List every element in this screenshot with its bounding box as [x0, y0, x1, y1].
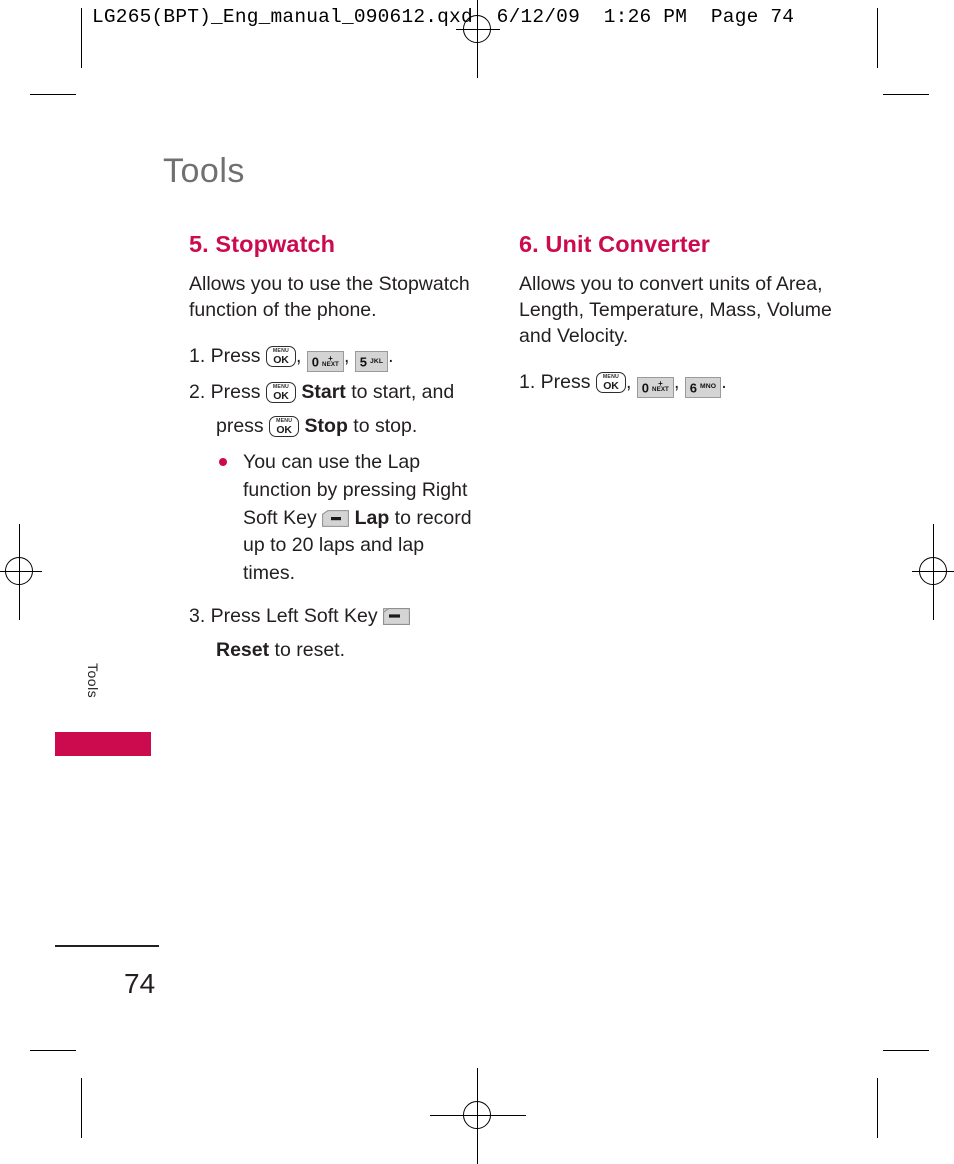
stopwatch-step-3-continued: Reset to reset. [189, 636, 489, 664]
six-key-digit: 6 [689, 379, 698, 395]
zero-key-next-text: NEXT [652, 386, 669, 394]
crop-mark-top-left [30, 94, 76, 95]
bullet-dot-icon [219, 458, 227, 467]
start-label: Start [301, 380, 346, 403]
trim-line-right [877, 8, 878, 68]
stopwatch-step-3: 3. Press Left Soft Key [189, 602, 489, 630]
uc-step-1-separator-2: , [673, 370, 680, 393]
menu-ok-key-bottom: OK [603, 380, 619, 393]
step-1-separator-1: , [295, 344, 302, 367]
zero-next-key-icon: 0 + NEXT [306, 350, 344, 372]
five-jkl-key-icon: 5 JKL [354, 350, 389, 372]
page-number: 74 [124, 968, 156, 999]
menu-ok-key-bottom: OK [276, 424, 292, 437]
stopwatch-intro-text: Allows you to use the Stopwatch function… [189, 272, 470, 321]
registration-mark-left [0, 524, 42, 620]
reset-label: Reset [216, 638, 270, 661]
five-key-jkl-text: JKL [370, 357, 384, 365]
right-column: 6. Unit Converter Allows you to convert … [519, 231, 839, 404]
right-soft-key-icon [322, 509, 350, 527]
side-tab-bar [55, 732, 151, 756]
section-heading-stopwatch: 5. Stopwatch [189, 231, 336, 257]
press-word: press [216, 414, 264, 437]
menu-ok-key-icon: MENU OK [595, 371, 626, 393]
stopwatch-step-2: 2. Press MENU OK Start to start, and [189, 378, 489, 406]
left-soft-key-icon [383, 607, 411, 625]
unit-converter-intro-text: Allows you to convert units of Area, Len… [519, 272, 832, 347]
uc-step-1-separator-1: , [625, 370, 632, 393]
stopwatch-step-1: 1. Press MENU OK , 0 + NEXT , 5 JKL . [189, 342, 489, 372]
menu-ok-key-bottom: OK [273, 354, 289, 367]
page-title: Tools [163, 152, 245, 190]
prepress-header-line: LG265(BPT)_Eng_manual_090612.qxd 6/12/09… [92, 6, 795, 28]
uc-step-1-end-period: . [721, 370, 727, 393]
crop-mark-bottom-left [30, 1050, 76, 1051]
menu-ok-key-bottom: OK [273, 390, 289, 403]
registration-mark-bottom [430, 1068, 526, 1164]
left-column: 5. Stopwatch Allows you to use the Stopw… [189, 231, 489, 670]
six-key-mno-text: MNO [700, 383, 717, 391]
step-1-end-period: . [388, 344, 394, 367]
stopwatch-step-2-continued: press MENU OK Stop to stop. [189, 412, 489, 440]
menu-ok-key-icon: MENU OK [265, 381, 296, 403]
trim-line-left [81, 8, 82, 68]
crop-mark-top-right [883, 94, 929, 95]
crop-mark-bottom-right [883, 1050, 929, 1051]
lap-label: Lap [354, 506, 390, 529]
zero-key-digit: 0 [311, 354, 320, 370]
zero-next-key-icon: 0 + NEXT [636, 376, 674, 398]
step-3-label: 3. Press Left Soft Key [189, 604, 378, 627]
stop-tail-text: to stop. [353, 414, 418, 437]
trim-line-right-bottom [877, 1078, 878, 1138]
section-heading-unit-converter: 6. Unit Converter [519, 231, 711, 257]
zero-key-next-text: NEXT [322, 360, 339, 368]
side-tab-label: Tools [85, 663, 101, 699]
uc-step-1-label: 1. Press [519, 370, 591, 393]
unit-converter-step-1: 1. Press MENU OK , 0 + NEXT , 6 MNO . [519, 368, 839, 398]
menu-ok-key-icon: MENU OK [269, 415, 300, 437]
footer-rule [55, 945, 159, 947]
step-1-label: 1. Press [189, 344, 261, 367]
menu-ok-key-icon: MENU OK [265, 345, 296, 367]
step-2-label: 2. Press [189, 380, 261, 403]
stop-label: Stop [304, 414, 348, 437]
six-mno-key-icon: 6 MNO [684, 376, 722, 398]
lap-function-bullet: You can use the Lap function by pressing… [217, 449, 473, 587]
step-1-separator-2: , [343, 344, 350, 367]
five-key-digit: 5 [359, 354, 368, 370]
reset-tail-text: to reset. [274, 638, 345, 661]
zero-key-digit: 0 [641, 379, 650, 395]
zero-key-sublabel: + NEXT [652, 380, 669, 394]
registration-mark-top [456, 0, 500, 78]
start-tail-text: to start, and [351, 380, 455, 403]
zero-key-sublabel: + NEXT [322, 354, 339, 368]
registration-mark-right [912, 524, 954, 620]
trim-line-left-bottom [81, 1078, 82, 1138]
